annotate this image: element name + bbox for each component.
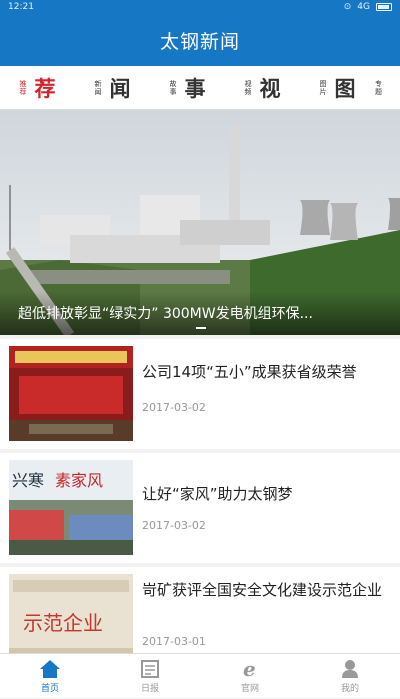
news-thumbnail: [9, 346, 133, 441]
news-item-1[interactable]: 兴寒 素家风 让好“家风”助力太钢梦 2017-03-02: [0, 453, 400, 563]
news-list: 公司14项“五小”成果获省级荣誉 2017-03-02 兴寒 素家风 让好“家风…: [0, 339, 400, 681]
tab-small-label: 视频: [244, 79, 252, 96]
page-title: 太钢新闻: [159, 30, 240, 53]
tab-topic[interactable]: 专题: [375, 66, 400, 110]
tab-story[interactable]: 故事 事: [150, 66, 225, 110]
nav-label: 日报: [140, 684, 159, 694]
news-title: 让好“家风”助力太钢梦: [142, 485, 293, 503]
tab-big-label: 荐: [34, 75, 56, 101]
tab-big-label: 视: [259, 75, 281, 101]
nav-label: 官网: [240, 684, 259, 694]
thumb-caption: 示范企业: [23, 611, 103, 635]
alarm-icon: ⊙: [343, 2, 352, 12]
home-icon: [40, 660, 60, 678]
news-date: 2017-03-02: [142, 519, 206, 532]
status-bar: 12:21 ⊙ 4G: [0, 0, 400, 14]
tab-small-label: 推荐: [19, 79, 27, 96]
newspaper-icon: [141, 660, 159, 678]
news-item-0[interactable]: 公司14项“五小”成果获省级荣誉 2017-03-02: [0, 339, 400, 449]
nav-profile[interactable]: 我的: [300, 654, 400, 699]
user-icon: [342, 660, 358, 678]
nav-daily[interactable]: 日报: [100, 654, 200, 699]
thumb-caption: 兴寒: [12, 471, 44, 490]
tab-small-label: 新闻: [94, 79, 102, 96]
tab-big-label: 事: [184, 75, 206, 101]
headline-banner[interactable]: 超低排放彰显“绿实力” 300MW发电机组环保...: [0, 110, 400, 335]
news-title: 公司14项“五小”成果获省级荣誉: [142, 363, 357, 381]
news-date: 2017-03-01: [142, 635, 206, 648]
carousel-dot: [196, 327, 206, 329]
nav-label: 首页: [40, 684, 59, 694]
tab-small-label: 专题: [375, 79, 382, 96]
status-time: 12:21: [8, 2, 34, 12]
tab-photo[interactable]: 图片 图: [300, 66, 375, 110]
tab-video[interactable]: 视频 视: [225, 66, 300, 110]
nav-website[interactable]: e 官网: [200, 654, 300, 699]
tab-news[interactable]: 新闻 闻: [75, 66, 150, 110]
news-title: 岢矿获评全国安全文化建设示范企业: [142, 581, 383, 599]
news-date: 2017-03-02: [142, 401, 206, 414]
nav-home[interactable]: 首页: [0, 654, 100, 699]
network-label: 4G: [357, 2, 370, 12]
tab-big-label: 闻: [109, 75, 131, 101]
nav-label: 我的: [340, 684, 359, 694]
news-thumbnail: 兴寒 素家风: [9, 460, 133, 555]
category-tabs: 推荐 荐 新闻 闻 故事 事 视频 视 图片 图 专题: [0, 66, 400, 110]
svg-text:e: e: [243, 659, 256, 679]
tab-small-label: 图片: [319, 79, 327, 96]
tab-small-label: 故事: [169, 79, 177, 96]
bottom-navigation: 首页 日报 e 官网 我的: [0, 653, 400, 698]
thumb-caption-accent: 素家风: [55, 471, 103, 490]
carousel-indicator: [196, 327, 206, 329]
tab-big-label: 图: [334, 75, 356, 101]
app-header: 太钢新闻: [0, 14, 400, 66]
battery-icon: [376, 3, 392, 11]
browser-icon: e: [243, 659, 256, 679]
tab-recommend[interactable]: 推荐 荐: [0, 66, 75, 110]
status-icons: ⊙ 4G: [344, 2, 392, 12]
